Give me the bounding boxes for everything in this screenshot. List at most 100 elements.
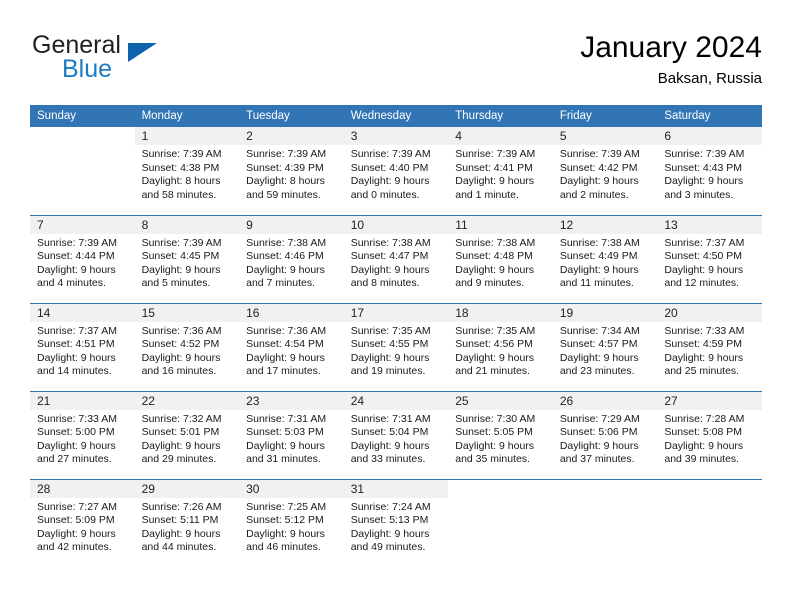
sunrise-text: Sunrise: 7:37 AM: [664, 236, 745, 249]
calendar-day-cell[interactable]: 3 Sunrise: 7:39 AM Sunset: 4:40 PM Daylight…: [343, 127, 449, 215]
daylight-text: Daylight: 9 hours: [350, 263, 430, 276]
day-number: 10: [343, 215, 449, 234]
daylight-text: Daylight: 9 hours: [559, 351, 639, 364]
sunrise-text: Sunrise: 7:27 AM: [37, 500, 117, 513]
calendar-day-cell[interactable]: 26 Sunrise: 7:29 AM Sunset: 5:06 PM Dayligh…: [552, 390, 658, 479]
day-details: Sunrise: 7:39 AM Sunset: 4:41 PM Daylight:…: [448, 145, 553, 202]
calendar-day-cell[interactable]: 9 Sunrise: 7:38 AM Sunset: 4:46 PM Daylight…: [239, 214, 344, 303]
daylight-text-cont: and 37 minutes.: [559, 453, 635, 466]
daylight-text-cont: and 39 minutes.: [664, 453, 740, 466]
calendar-day-cell[interactable]: 18 Sunrise: 7:35 AM Sunset: 4:56 PM Dayligh…: [448, 302, 553, 391]
day-number: 2: [239, 127, 344, 145]
daylight-text-cont: and 16 minutes.: [141, 365, 217, 378]
calendar-day-cell[interactable]: 28 Sunrise: 7:27 AM Sunset: 5:09 PM Dayligh…: [30, 478, 135, 567]
calendar-day-cell[interactable]: 19 Sunrise: 7:34 AM Sunset: 4:57 PM Dayligh…: [552, 302, 658, 391]
daylight-text: Daylight: 9 hours: [141, 527, 221, 540]
calendar-day-cell[interactable]: 22 Sunrise: 7:32 AM Sunset: 5:01 PM Dayligh…: [134, 390, 240, 479]
calendar-day-cell[interactable]: 11 Sunrise: 7:38 AM Sunset: 4:48 PM Dayligh…: [448, 214, 553, 303]
sunrise-text: Sunrise: 7:36 AM: [246, 324, 327, 337]
daylight-text: Daylight: 9 hours: [664, 263, 744, 276]
calendar-week-row: 7 Sunrise: 7:39 AM Sunset: 4:44 PM Daylight…: [30, 214, 762, 303]
day-details: Sunrise: 7:35 AM Sunset: 4:56 PM Daylight:…: [448, 322, 553, 379]
day-number: 8: [134, 215, 240, 234]
calendar-body: 1 Sunrise: 7:39 AM Sunset: 4:38 PM Daylight…: [30, 127, 762, 567]
day-number: 26: [552, 391, 658, 410]
daylight-text-cont: and 0 minutes.: [350, 188, 420, 201]
page-title: January 2024: [580, 31, 762, 64]
day-details: Sunrise: 7:38 AM Sunset: 4:46 PM Daylight:…: [239, 234, 344, 291]
day-number: 3: [343, 127, 449, 145]
sunset-text: Sunset: 4:42 PM: [559, 161, 638, 174]
calendar-day-cell[interactable]: 21 Sunrise: 7:33 AM Sunset: 5:00 PM Dayligh…: [30, 390, 135, 479]
day-number: 6: [657, 127, 762, 145]
sunrise-text: Sunrise: 7:26 AM: [141, 500, 222, 513]
daylight-text: Daylight: 9 hours: [350, 527, 430, 540]
sunrise-text: Sunrise: 7:31 AM: [246, 412, 327, 425]
brand-logo[interactable]: General Blue: [30, 30, 270, 90]
calendar-day-cell[interactable]: 2 Sunrise: 7:39 AM Sunset: 4:39 PM Daylight…: [239, 127, 344, 215]
calendar-day-cell[interactable]: 31 Sunrise: 7:24 AM Sunset: 5:13 PM Dayligh…: [343, 478, 449, 567]
daylight-text: Daylight: 9 hours: [246, 439, 325, 452]
sunrise-text: Sunrise: 7:34 AM: [559, 324, 640, 337]
day-details: Sunrise: 7:36 AM Sunset: 4:52 PM Daylight:…: [135, 322, 240, 379]
day-number: 20: [657, 303, 762, 322]
daylight-text: Daylight: 9 hours: [455, 263, 535, 276]
daylight-text: Daylight: 8 hours: [141, 175, 221, 188]
day-number: 25: [448, 391, 553, 410]
calendar-day-cell[interactable]: 1 Sunrise: 7:39 AM Sunset: 4:38 PM Daylight…: [134, 127, 240, 215]
calendar-day-cell[interactable]: 10 Sunrise: 7:38 AM Sunset: 4:47 PM Dayligh…: [343, 214, 449, 303]
day-number: 30: [239, 479, 344, 498]
calendar-day-cell[interactable]: 6 Sunrise: 7:39 AM Sunset: 4:43 PM Daylight…: [657, 127, 762, 215]
calendar-day-cell[interactable]: 30 Sunrise: 7:25 AM Sunset: 5:12 PM Dayligh…: [239, 478, 344, 567]
calendar-day-cell[interactable]: 20 Sunrise: 7:33 AM Sunset: 4:59 PM Dayligh…: [657, 302, 762, 391]
calendar-day-cell[interactable]: 8 Sunrise: 7:39 AM Sunset: 4:45 PM Daylight…: [134, 214, 240, 303]
day-details: Sunrise: 7:39 AM Sunset: 4:40 PM Daylight:…: [344, 145, 449, 202]
sunrise-text: Sunrise: 7:39 AM: [559, 148, 640, 160]
calendar-day-cell[interactable]: 13 Sunrise: 7:37 AM Sunset: 4:50 PM Dayligh…: [657, 214, 762, 303]
sunrise-text: Sunrise: 7:39 AM: [455, 148, 536, 160]
calendar-day-cell[interactable]: 12 Sunrise: 7:38 AM Sunset: 4:49 PM Dayligh…: [552, 214, 658, 303]
day-details: Sunrise: 7:31 AM Sunset: 5:04 PM Daylight:…: [344, 410, 449, 467]
day-number: 17: [343, 303, 449, 322]
sunset-text: Sunset: 5:08 PM: [664, 426, 743, 439]
weekday-header-monday: Monday: [134, 105, 240, 127]
calendar-day-cell[interactable]: 5 Sunrise: 7:39 AM Sunset: 4:42 PM Daylight…: [552, 127, 658, 215]
day-number: 16: [239, 303, 344, 322]
day-number: 7: [30, 215, 135, 234]
calendar-day-cell[interactable]: 7 Sunrise: 7:39 AM Sunset: 4:44 PM Daylight…: [30, 214, 135, 303]
sunrise-text: Sunrise: 7:37 AM: [37, 324, 117, 337]
weekday-header-thursday: Thursday: [448, 105, 553, 127]
calendar-day-cell[interactable]: 23 Sunrise: 7:31 AM Sunset: 5:03 PM Dayligh…: [239, 390, 344, 479]
sunset-text: Sunset: 4:48 PM: [455, 250, 533, 263]
day-number: [553, 480, 658, 498]
day-details: Sunrise: 7:33 AM Sunset: 5:00 PM Daylight:…: [30, 410, 135, 467]
sunset-text: Sunset: 4:39 PM: [246, 161, 324, 174]
day-details: Sunrise: 7:30 AM Sunset: 5:05 PM Daylight:…: [448, 410, 553, 467]
daylight-text-cont: and 59 minutes.: [246, 188, 321, 201]
calendar-day-cell[interactable]: 15 Sunrise: 7:36 AM Sunset: 4:52 PM Dayligh…: [134, 302, 240, 391]
calendar-day-cell[interactable]: 14 Sunrise: 7:37 AM Sunset: 4:51 PM Dayligh…: [30, 302, 135, 391]
calendar-day-cell[interactable]: 24 Sunrise: 7:31 AM Sunset: 5:04 PM Dayligh…: [343, 390, 449, 479]
day-details: Sunrise: 7:33 AM Sunset: 4:59 PM Daylight:…: [657, 322, 762, 379]
day-details: Sunrise: 7:39 AM Sunset: 4:39 PM Daylight:…: [239, 145, 344, 202]
calendar-day-cell[interactable]: 16 Sunrise: 7:36 AM Sunset: 4:54 PM Dayligh…: [239, 302, 344, 391]
sunrise-text: Sunrise: 7:33 AM: [664, 324, 745, 337]
calendar-day-cell[interactable]: 27 Sunrise: 7:28 AM Sunset: 5:08 PM Dayligh…: [657, 390, 762, 479]
sunrise-text: Sunrise: 7:39 AM: [246, 148, 327, 160]
daylight-text-cont: and 8 minutes.: [350, 277, 420, 290]
daylight-text-cont: and 2 minutes.: [559, 188, 629, 201]
calendar-day-cell[interactable]: 25 Sunrise: 7:30 AM Sunset: 5:05 PM Dayligh…: [448, 390, 553, 479]
daylight-text: Daylight: 9 hours: [350, 351, 430, 364]
day-details: Sunrise: 7:31 AM Sunset: 5:03 PM Daylight:…: [239, 410, 344, 467]
sunrise-text: Sunrise: 7:32 AM: [141, 412, 222, 425]
calendar-day-cell[interactable]: 17 Sunrise: 7:35 AM Sunset: 4:55 PM Dayligh…: [343, 302, 449, 391]
sunset-text: Sunset: 4:41 PM: [455, 161, 533, 174]
day-details: Sunrise: 7:35 AM Sunset: 4:55 PM Daylight:…: [344, 322, 449, 379]
brand-name-blue: Blue: [62, 55, 113, 83]
sunrise-text: Sunrise: 7:25 AM: [246, 500, 327, 513]
calendar-week-row: 14 Sunrise: 7:37 AM Sunset: 4:51 PM Dayligh…: [30, 302, 762, 391]
daylight-text: Daylight: 9 hours: [37, 439, 116, 452]
calendar-day-cell[interactable]: 4 Sunrise: 7:39 AM Sunset: 4:41 PM Daylight…: [448, 127, 553, 215]
calendar-day-cell[interactable]: 29 Sunrise: 7:26 AM Sunset: 5:11 PM Dayligh…: [134, 478, 240, 567]
daylight-text-cont: and 1 minute.: [455, 188, 519, 201]
